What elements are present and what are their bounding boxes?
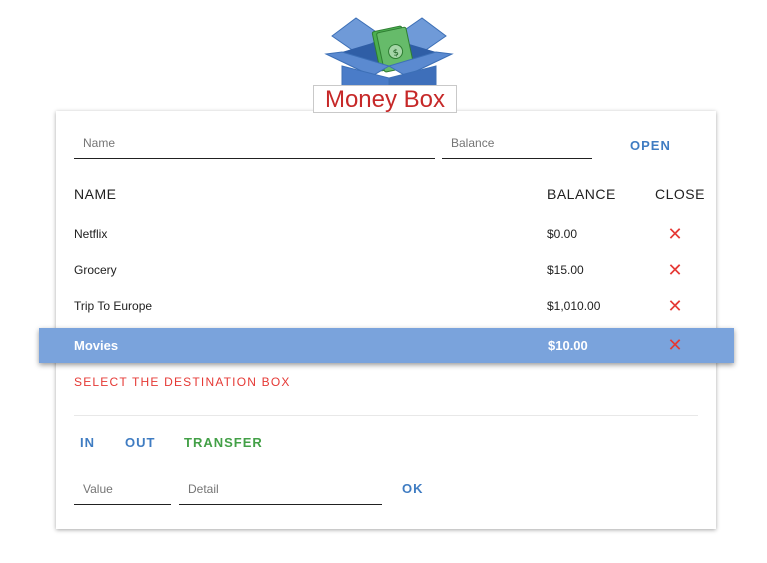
box-name: Movies [74, 338, 119, 353]
close-x-icon[interactable]: ✕ [657, 288, 693, 324]
value-field [74, 474, 171, 505]
name-field [74, 128, 435, 159]
box-name: Trip To Europe [74, 299, 153, 313]
ok-button[interactable]: OK [402, 481, 424, 496]
detail-field [179, 474, 382, 505]
box-balance: $10.00 [548, 338, 588, 353]
divider [74, 415, 698, 416]
money-box-app: $ Money Box OPEN NAME BALANCE CLOSE Netf… [0, 0, 767, 563]
detail-input[interactable] [179, 474, 382, 504]
table-row[interactable]: Trip To Europe $1,010.00 ✕ [56, 288, 716, 324]
tab-transfer[interactable]: TRANSFER [184, 435, 263, 450]
balance-input[interactable] [442, 128, 592, 158]
close-x-icon[interactable]: ✕ [657, 216, 693, 252]
value-input[interactable] [74, 474, 171, 504]
column-header-close: CLOSE [655, 186, 705, 202]
table-row[interactable]: Netflix $0.00 ✕ [56, 216, 716, 252]
box-name: Grocery [74, 263, 117, 277]
box-balance: $0.00 [547, 227, 578, 241]
close-x-icon[interactable]: ✕ [657, 328, 693, 363]
box-balance: $15.00 [547, 263, 584, 277]
table-row[interactable]: Grocery $15.00 ✕ [56, 252, 716, 288]
tab-in[interactable]: IN [80, 435, 95, 450]
open-button[interactable]: OPEN [630, 138, 671, 153]
select-destination-message: SELECT THE DESTINATION BOX [74, 375, 291, 389]
name-input[interactable] [74, 128, 435, 158]
box-balance: $1,010.00 [547, 299, 601, 313]
column-header-balance: BALANCE [547, 186, 616, 202]
box-name: Netflix [74, 227, 108, 241]
app-title: Money Box [313, 85, 457, 113]
table-row-selected[interactable]: Movies $10.00 ✕ [39, 328, 734, 363]
balance-field [442, 128, 592, 159]
tab-out[interactable]: OUT [125, 435, 155, 450]
column-header-name: NAME [74, 186, 117, 202]
close-x-icon[interactable]: ✕ [657, 252, 693, 288]
money-box-card: OPEN NAME BALANCE CLOSE Netflix $0.00 ✕ … [56, 111, 716, 529]
